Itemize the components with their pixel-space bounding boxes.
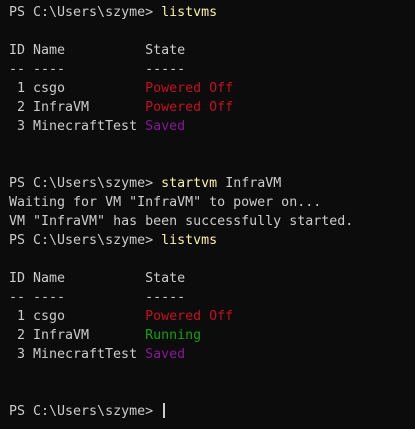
underline-id: -- <box>9 62 26 77</box>
vm-id: 2 <box>16 328 25 343</box>
vm-id: 3 <box>16 347 25 362</box>
command: listvms <box>161 5 218 20</box>
vm-id: 1 <box>16 309 25 324</box>
header-id: ID <box>9 43 26 58</box>
vm-name: MinecraftTest <box>33 347 138 362</box>
prompt-line-2: PS C:\Users\szyme> startvm InfraVM <box>9 174 415 193</box>
vm-name: MinecraftTest <box>33 119 138 134</box>
table-row: 2 InfraVM Powered Off <box>9 98 415 117</box>
header-name: Name <box>33 43 66 58</box>
prompt-line-1: PS C:\Users\szyme> listvms <box>9 3 415 22</box>
command: startvm <box>161 176 218 191</box>
vm-state: Powered Off <box>145 81 234 96</box>
vm-name: csgo <box>33 81 66 96</box>
header-id: ID <box>9 271 26 286</box>
vm-state: Powered Off <box>145 309 234 324</box>
table-row: 1 csgo Powered Off <box>9 79 415 98</box>
terminal-output[interactable]: PS C:\Users\szyme> listvms ID Name State -… <box>9 3 415 429</box>
prompt: PS C:\Users\szyme> <box>9 176 154 191</box>
prompt: PS C:\Users\szyme> <box>9 233 154 248</box>
table-header: ID Name State <box>9 269 415 288</box>
text-cursor[interactable] <box>163 403 166 418</box>
table-row: 1 csgo Powered Off <box>9 307 415 326</box>
prompt: PS C:\Users\szyme> <box>9 5 154 20</box>
table-row: 3 MinecraftTest Saved <box>9 345 415 364</box>
header-name: Name <box>33 271 66 286</box>
table-underline: -- ---- ----- <box>9 288 415 307</box>
prompt-line-3: PS C:\Users\szyme> listvms <box>9 231 415 250</box>
prompt: PS C:\Users\szyme> <box>9 404 154 419</box>
table-row: 2 InfraVM Running <box>9 326 415 345</box>
underline-name: ---- <box>33 290 66 305</box>
table-underline: -- ---- ----- <box>9 60 415 79</box>
underline-state: ----- <box>145 290 186 305</box>
vm-state: Saved <box>145 119 186 134</box>
output-line: VM "InfraVM" has been successfully start… <box>9 214 354 229</box>
vm-id: 3 <box>16 119 25 134</box>
active-prompt-line[interactable]: PS C:\Users\szyme> <box>9 402 415 421</box>
vm-state: Running <box>145 328 202 343</box>
command-argument: InfraVM <box>225 176 282 191</box>
underline-name: ---- <box>33 62 66 77</box>
vm-id: 1 <box>16 81 25 96</box>
underline-state: ----- <box>145 62 186 77</box>
output-line: Waiting for VM "InfraVM" to power on... <box>9 195 322 210</box>
table-row: 3 MinecraftTest Saved <box>9 117 415 136</box>
underline-id: -- <box>9 290 26 305</box>
table-header: ID Name State <box>9 41 415 60</box>
vm-id: 2 <box>16 100 25 115</box>
vm-state: Saved <box>145 347 186 362</box>
header-state: State <box>145 271 186 286</box>
vm-state: Powered Off <box>145 100 234 115</box>
vm-name: csgo <box>33 309 66 324</box>
vm-name: InfraVM <box>33 328 90 343</box>
command: listvms <box>161 233 218 248</box>
header-state: State <box>145 43 186 58</box>
vm-name: InfraVM <box>33 100 90 115</box>
